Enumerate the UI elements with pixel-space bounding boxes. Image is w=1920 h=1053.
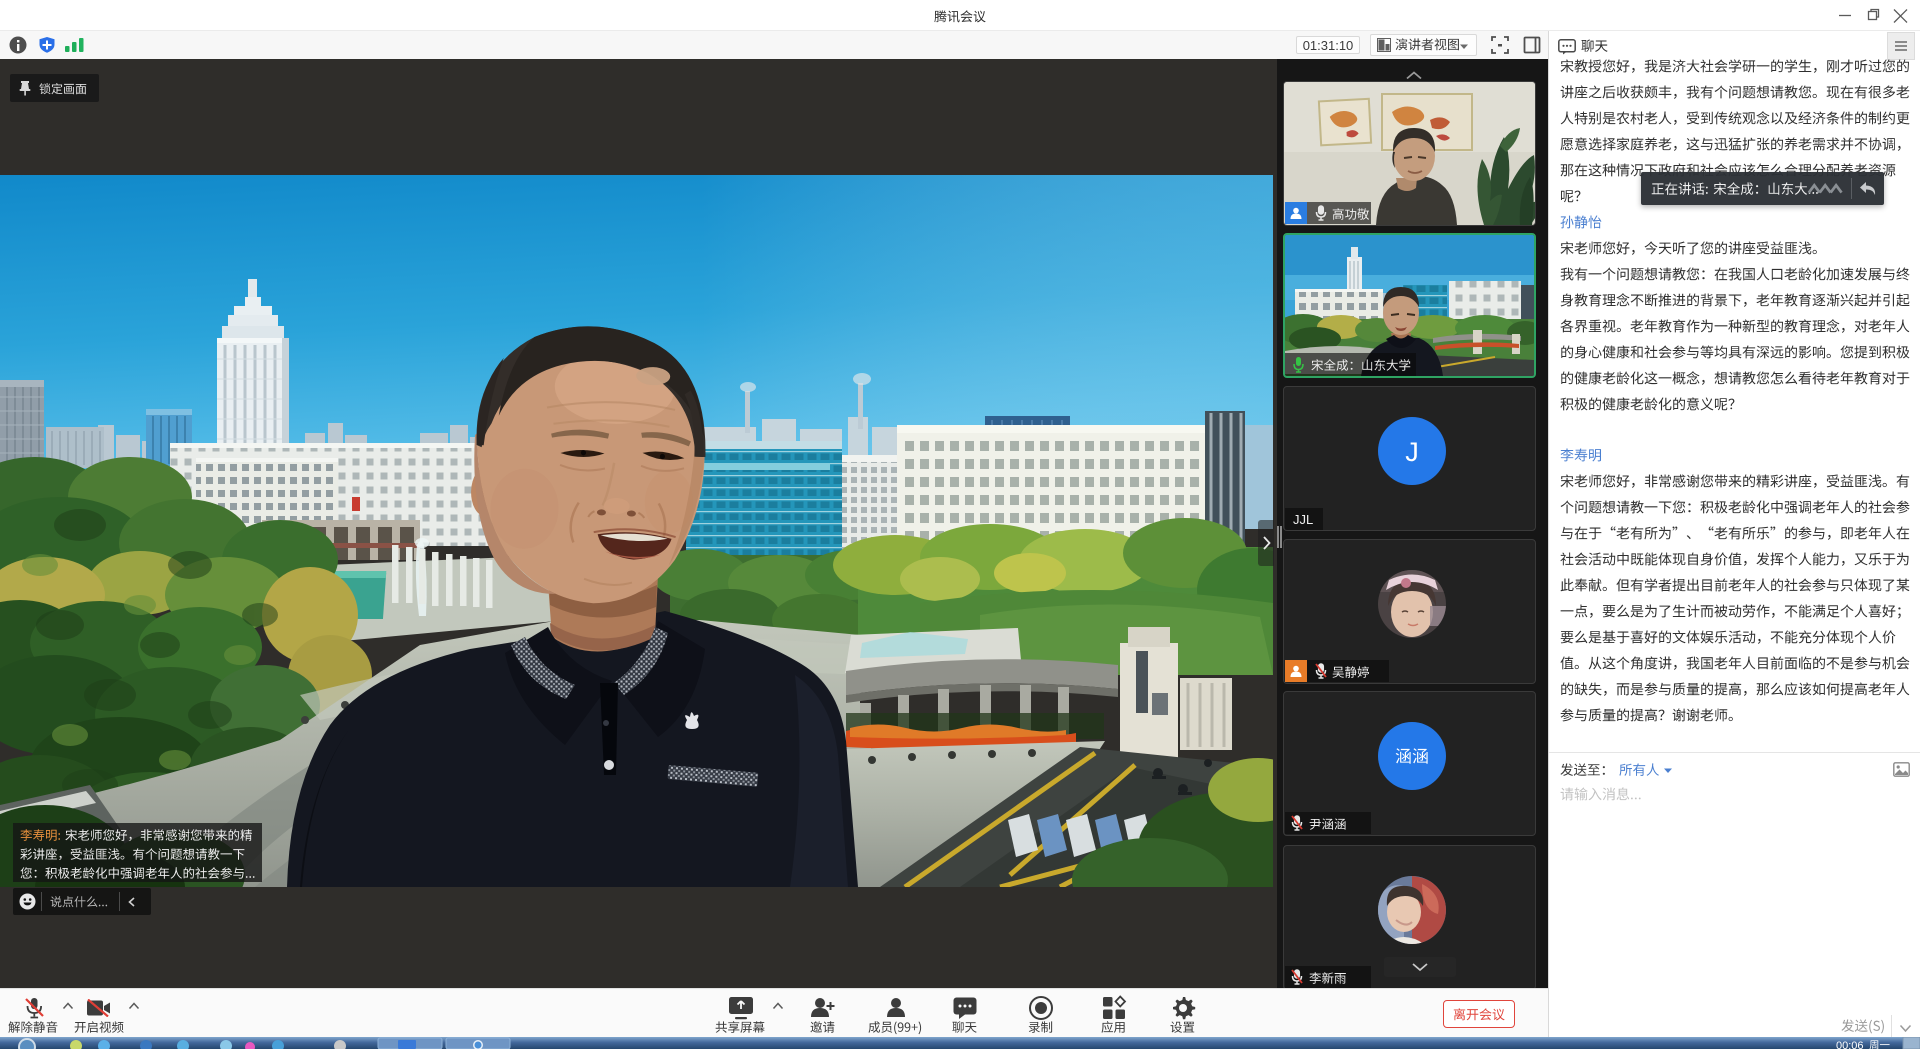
svg-text:J: J (1405, 437, 1419, 467)
